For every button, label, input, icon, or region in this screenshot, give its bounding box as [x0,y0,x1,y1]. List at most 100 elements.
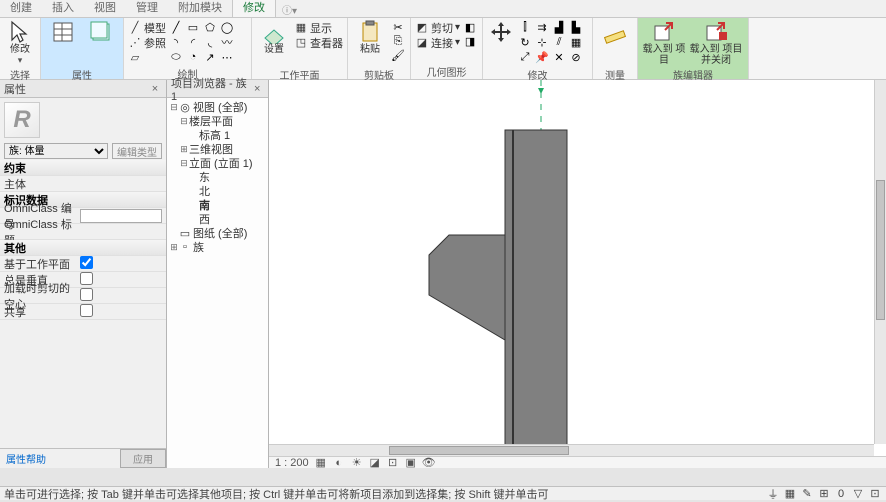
viewer-button[interactable]: ◳查看器 [294,35,343,50]
status-icon-7[interactable]: ⊡ [868,488,882,500]
shared-checkbox[interactable] [80,304,93,317]
status-icon-1[interactable]: ⏚ [766,488,780,500]
tab-insert[interactable]: 插入 [42,0,84,17]
tab-view[interactable]: 视图 [84,0,126,17]
properties-help-link[interactable]: 属性帮助 [0,449,52,468]
ref-line-button[interactable]: ⋰参照 [128,35,166,50]
tab-addins[interactable]: 附加模块 [168,0,232,17]
status-icon-3[interactable]: ✎ [800,488,814,500]
mirror2-button[interactable]: ▙ [568,20,584,34]
node-level1[interactable]: 标高 1 [169,128,266,142]
status-icon-6[interactable]: ▽ [851,488,865,500]
status-icon-4[interactable]: ⊞ [817,488,831,500]
move-button[interactable] [487,20,515,66]
node-sheets[interactable]: ▭图纸 (全部) [169,226,266,240]
modify-button[interactable]: 修改 [2,20,38,55]
panel-workplane: 设置 ▦显示 ◳查看器 工作平面 [252,18,348,79]
crop-region-icon[interactable]: ▣ [405,458,417,468]
canvas-scrollbar-v[interactable] [874,80,886,444]
node-north[interactable]: 北 [169,184,266,198]
family-types-button[interactable] [83,20,119,66]
omni-num-input[interactable] [80,209,162,223]
cut-geom-button[interactable]: ◩剪切 ▾ [415,20,460,35]
draw-circ[interactable]: ◯ [219,20,235,34]
apply-button[interactable]: 应用 [120,449,166,468]
trim-button[interactable]: ⊹ [534,35,550,49]
panel-label-fameditor: 族编辑器 [642,66,744,80]
model-line-button[interactable]: ╱模型 [128,20,166,35]
node-west[interactable]: 西 [169,212,266,226]
geom-tool-2[interactable]: ◨ [462,34,478,48]
visual-style-icon[interactable]: ◐ [333,458,345,468]
group-constraints[interactable]: 约束 [0,160,166,176]
match-button[interactable]: 🖌 [390,48,406,62]
node-families[interactable]: ⊞▫族 [169,240,266,254]
node-south[interactable]: 南 [169,198,266,212]
paste-button[interactable]: 粘贴 [352,20,388,66]
sun-path-icon[interactable]: ☀ [351,458,363,468]
ref-plane-button[interactable]: ▱ [128,50,166,65]
delete-button[interactable]: ⊘ [568,50,584,64]
draw-arc1[interactable]: ◝ [168,35,184,49]
cut-voids-checkbox[interactable] [80,288,93,301]
copy-button[interactable]: ⎘ [390,34,406,48]
edit-type-button[interactable]: 编辑类型 [112,143,162,159]
show-workplane-button[interactable]: ▦显示 [294,20,343,35]
node-east[interactable]: 东 [169,170,266,184]
scale-button[interactable]: ⤢ [517,50,533,64]
node-3dviews[interactable]: ⊞三维视图 [169,142,266,156]
scale-display[interactable]: 1 : 200 [275,457,309,469]
draw-arc2[interactable]: ◜ [185,35,201,49]
load-into-project-button[interactable]: 载入到 项目 [642,20,686,66]
draw-arc3[interactable]: ◟ [202,35,218,49]
crop-icon[interactable]: ⊡ [387,458,399,468]
tab-modify[interactable]: 修改 [232,0,276,17]
measure-button[interactable] [597,20,633,66]
align-button[interactable]: ⫿ [517,20,533,34]
pin-button[interactable]: 📌 [534,50,550,64]
draw-rect[interactable]: ▭ [185,20,201,34]
tab-manage[interactable]: 管理 [126,0,168,17]
cut-button[interactable]: ✂ [390,20,406,34]
hide-icon[interactable]: 👁 [423,458,435,468]
properties-type-selector[interactable]: R [0,98,166,142]
properties-close[interactable]: × [148,83,162,95]
drawing-canvas[interactable]: 1 : 200 ▦ ◐ ☀ ◪ ⊡ ▣ 👁 [269,80,886,468]
load-icon [652,20,676,44]
draw-spline[interactable]: 〰 [219,35,235,49]
status-icon-2[interactable]: ▦ [783,488,797,500]
node-floorplans[interactable]: ⊟楼层平面 [169,114,266,128]
node-views[interactable]: ⊟◎视图 (全部) [169,100,266,114]
always-vert-checkbox[interactable] [80,272,93,285]
shadow-icon[interactable]: ◪ [369,458,381,468]
draw-line[interactable]: ╱ [168,20,184,34]
draw-ellipse[interactable]: ⬭ [168,50,184,64]
draw-poly[interactable]: ⬠ [202,20,218,34]
family-selector[interactable]: 族: 体量 [4,143,108,159]
revit-r-icon: R [4,102,40,138]
split-button[interactable]: ⫽ [551,35,567,49]
array-button[interactable]: ▦ [568,35,584,49]
rotate-button[interactable]: ↻ [517,35,533,49]
set-workplane-button[interactable]: 设置 [256,20,292,66]
mirror-button[interactable]: ▟ [551,20,567,34]
load-into-project-close-button[interactable]: 载入到 项目并关闭 [688,20,744,66]
group-other[interactable]: 其他 [0,240,166,256]
draw-pick[interactable]: ↗ [202,50,218,64]
offset-button[interactable]: ⇉ [534,20,550,34]
properties-button[interactable] [45,20,81,66]
canvas-scrollbar-h[interactable] [269,444,874,456]
join-geom-button[interactable]: ◪连接 ▾ [415,35,460,50]
help-icon[interactable]: ⓘ▾ [282,2,297,17]
draw-partial[interactable]: ◔ [185,50,201,64]
prop-workplane-based: 基于工作平面 [0,256,166,272]
tab-create[interactable]: 创建 [0,0,42,17]
draw-more[interactable]: ⋯ [219,50,235,64]
browser-close[interactable]: × [250,83,264,95]
geom-tool-1[interactable]: ◧ [462,20,478,34]
unpin-button[interactable]: ✕ [551,50,567,64]
status-icon-5[interactable]: 0 [834,488,848,500]
workplane-based-checkbox[interactable] [80,256,93,269]
node-elevations[interactable]: ⊟立面 (立面 1) [169,156,266,170]
detail-level-icon[interactable]: ▦ [315,458,327,468]
